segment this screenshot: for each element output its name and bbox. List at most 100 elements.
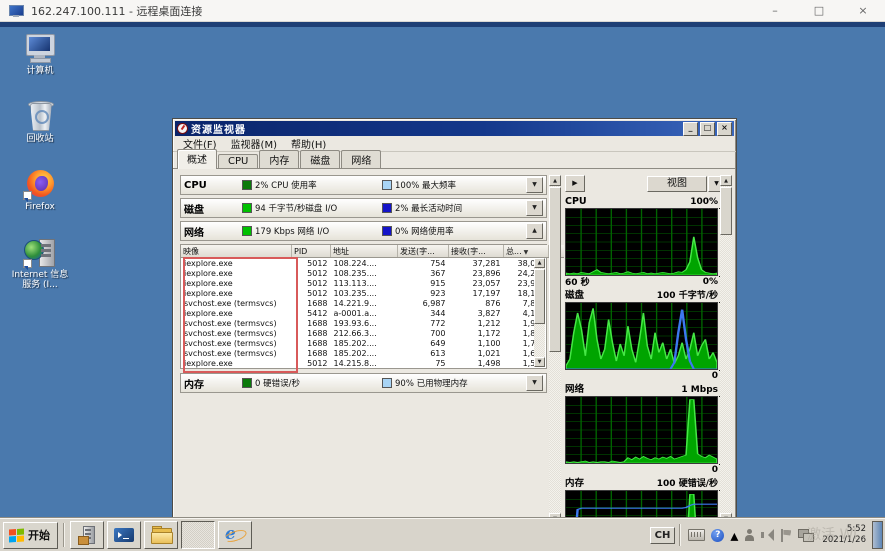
- resmon-window-controls: _□×: [683, 122, 732, 136]
- table-row[interactable]: svchost.exe (termsvcs)1688185.202....613…: [181, 348, 564, 358]
- column-header[interactable]: 映像: [181, 245, 292, 258]
- section-header-memory[interactable]: 内存 0 硬错误/秒 90% 已用物理内存 ▼: [180, 373, 547, 393]
- language-indicator[interactable]: CH: [650, 527, 676, 544]
- view-button[interactable]: 视图 ▼: [647, 176, 725, 192]
- column-header[interactable]: PID: [292, 245, 331, 258]
- windows-logo-icon: [9, 528, 24, 542]
- show-hidden-icon[interactable]: ▴: [730, 526, 738, 545]
- scrollbar-thumb[interactable]: [720, 187, 732, 235]
- table-cell: 103.235....: [331, 288, 398, 298]
- user-icon[interactable]: [744, 529, 755, 541]
- table-cell: 3,827: [449, 308, 504, 318]
- desktop-icon-firefox[interactable]: Firefox: [8, 168, 72, 212]
- close-icon[interactable]: ×: [717, 122, 732, 136]
- show-desktop-button[interactable]: [872, 521, 883, 549]
- column-header[interactable]: 接收(字...: [449, 245, 504, 258]
- graph-network: 网络1 Mbps0: [565, 383, 725, 475]
- table-row[interactable]: svchost.exe (termsvcs)1688212.66.3...700…: [181, 328, 564, 338]
- tab-概述[interactable]: 概述: [177, 149, 217, 169]
- network-stat-usage: 0% 网络使用率: [382, 225, 522, 237]
- chevron-down-icon[interactable]: ▼: [526, 177, 543, 193]
- table-cell: 185.202....: [331, 338, 398, 348]
- flag-icon[interactable]: [780, 529, 792, 542]
- resmon-titlebar[interactable]: 资源监视器 _□×: [175, 121, 734, 136]
- powershell-icon: [113, 525, 135, 545]
- table-row[interactable]: iexplore.exe501214.215.8...751,4981,572: [181, 358, 564, 368]
- chevron-down-icon[interactable]: ▼: [526, 375, 543, 391]
- explorer-taskbar-button[interactable]: [144, 521, 178, 549]
- table-row[interactable]: iexplore.exe5412a-0001.a...3443,8274,171: [181, 308, 564, 318]
- table-cell: 1688: [292, 338, 331, 348]
- powershell-taskbar-button[interactable]: [107, 521, 141, 549]
- table-cell: 193.93.6...: [331, 318, 398, 328]
- desktop-icon-iis[interactable]: Internet 信息服务 (I...: [8, 236, 72, 291]
- scroll-up-icon[interactable]: ▲: [534, 258, 545, 268]
- table-row[interactable]: iexplore.exe5012108.224....75437,28138,0…: [181, 258, 564, 269]
- overview-main-panel: CPU 2% CPU 使用率 100% 最大频率 ▼ 磁盘 94 千字节/秒磁盘…: [180, 175, 547, 524]
- table-cell: 5012: [292, 288, 331, 298]
- tray-separator: [679, 524, 681, 546]
- scroll-up-icon[interactable]: ▲: [720, 175, 732, 186]
- maximize-icon[interactable]: □: [700, 122, 715, 136]
- table-cell: 772: [398, 318, 449, 328]
- disk-section-label: 磁盘: [184, 201, 242, 216]
- resource-monitor-taskbar-button[interactable]: [181, 521, 215, 549]
- table-row[interactable]: iexplore.exe5012103.235....92317,19718,1…: [181, 288, 564, 298]
- table-cell: iexplore.exe: [181, 358, 292, 368]
- server-manager-taskbar-button[interactable]: [70, 521, 104, 549]
- minimize-icon[interactable]: –: [753, 0, 797, 22]
- table-row[interactable]: svchost.exe (termsvcs)1688185.202....649…: [181, 338, 564, 348]
- scrollbar-thumb[interactable]: [534, 269, 545, 324]
- table-cell: 613: [398, 348, 449, 358]
- close-icon[interactable]: ×: [841, 0, 885, 22]
- green-square-icon: [242, 226, 252, 236]
- column-header[interactable]: 总...▼: [504, 245, 549, 258]
- column-header[interactable]: 地址: [331, 245, 398, 258]
- view-button-label: 视图: [647, 176, 707, 192]
- table-cell: 1,172: [449, 328, 504, 338]
- table-cell: 344: [398, 308, 449, 318]
- table-row[interactable]: svchost.exe (termsvcs)1688193.93.6...772…: [181, 318, 564, 328]
- desktop-icon-recycle-bin[interactable]: 回收站: [8, 100, 72, 144]
- collapse-panel-button[interactable]: ▶: [565, 175, 585, 192]
- table-cell: iexplore.exe: [181, 288, 292, 298]
- table-scrollbar[interactable]: ▲ ▼: [534, 258, 545, 367]
- graphs-panel-scrollbar[interactable]: ▲ ▼: [720, 175, 732, 524]
- firefox-icon: [23, 168, 57, 200]
- section-header-cpu[interactable]: CPU 2% CPU 使用率 100% 最大频率 ▼: [180, 175, 547, 195]
- table-cell: svchost.exe (termsvcs): [181, 318, 292, 328]
- chevron-down-icon[interactable]: ▼: [526, 200, 543, 216]
- maximize-icon[interactable]: □: [797, 0, 841, 22]
- minimize-icon[interactable]: _: [683, 122, 698, 136]
- resmon-title: 资源监视器: [191, 121, 246, 136]
- table-cell: 1,021: [449, 348, 504, 358]
- table-cell: 1688: [292, 298, 331, 308]
- table-row[interactable]: svchost.exe (termsvcs)168814.221.9...6,9…: [181, 298, 564, 308]
- tab-内存[interactable]: 内存: [259, 150, 299, 169]
- table-row[interactable]: iexplore.exe5012113.113....91523,05723,9…: [181, 278, 564, 288]
- table-cell: svchost.exe (termsvcs): [181, 348, 292, 358]
- start-button[interactable]: 开始: [3, 522, 58, 549]
- column-header[interactable]: 发送(字...: [398, 245, 449, 258]
- tab-网络[interactable]: 网络: [341, 150, 381, 169]
- scroll-down-icon[interactable]: ▼: [534, 357, 545, 367]
- help-icon[interactable]: ?: [711, 529, 724, 542]
- tab-磁盘[interactable]: 磁盘: [300, 150, 340, 169]
- main-panel-scrollbar[interactable]: ▲ ▼: [549, 175, 561, 524]
- table-cell: 1688: [292, 328, 331, 338]
- scroll-up-icon[interactable]: ▲: [549, 175, 561, 186]
- network-stat-io: 179 Kbps 网络 I/O: [242, 225, 382, 237]
- desktop-icon-computer[interactable]: 计算机: [8, 32, 72, 76]
- table-row[interactable]: iexplore.exe5012108.235....36723,89624,2…: [181, 268, 564, 278]
- resmon-menubar: 文件(F)监视器(M)帮助(H): [173, 136, 736, 152]
- volume-icon[interactable]: [761, 529, 774, 541]
- section-header-disk[interactable]: 磁盘 94 千字节/秒磁盘 I/O 2% 最长活动时间 ▼: [180, 198, 547, 218]
- table-cell: 923: [398, 288, 449, 298]
- keyboard-icon[interactable]: [688, 529, 705, 541]
- chevron-up-icon[interactable]: ▲: [526, 223, 543, 239]
- tab-CPU[interactable]: CPU: [218, 154, 258, 169]
- section-header-network[interactable]: 网络 179 Kbps 网络 I/O 0% 网络使用率 ▲: [180, 221, 547, 241]
- scrollbar-thumb[interactable]: [549, 187, 561, 352]
- table-cell: 5012: [292, 268, 331, 278]
- internet-explorer-taskbar-button[interactable]: e: [218, 521, 252, 549]
